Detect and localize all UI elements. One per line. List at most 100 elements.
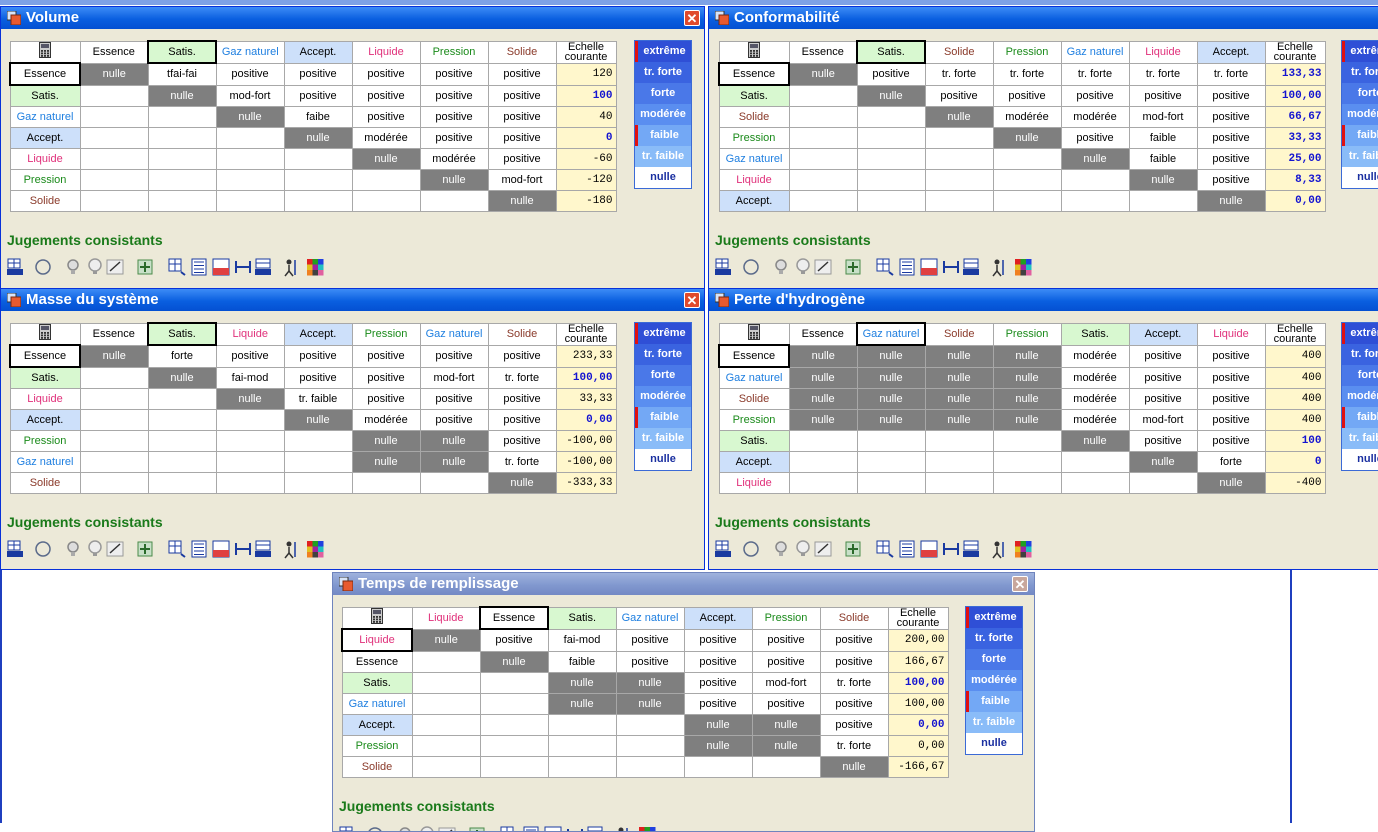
row-header[interactable]: Satis.: [719, 431, 789, 452]
judgment-cell[interactable]: [789, 128, 857, 149]
row-header[interactable]: Essence: [719, 345, 789, 367]
judgment-cell[interactable]: positive: [1197, 410, 1265, 431]
judgment-cell[interactable]: [925, 149, 993, 170]
judgment-cell[interactable]: [216, 191, 284, 212]
legend-item[interactable]: nulle: [1342, 449, 1378, 470]
judgment-cell[interactable]: [148, 149, 216, 170]
mag-beta-icon[interactable]: [211, 257, 231, 277]
matrix-export-icon[interactable]: [499, 825, 519, 832]
judgment-cell[interactable]: positive: [1061, 128, 1129, 149]
judgment-cell[interactable]: nulle: [789, 345, 857, 367]
judgment-cell[interactable]: positive: [284, 345, 352, 367]
percent-ok-icon[interactable]: [813, 539, 833, 559]
judgment-cell[interactable]: [993, 191, 1061, 212]
judgment-cell[interactable]: nulle: [789, 410, 857, 431]
judgment-cell[interactable]: [148, 170, 216, 191]
calculator-icon[interactable]: [10, 323, 80, 345]
judgment-cell[interactable]: [616, 715, 684, 736]
judgment-cell[interactable]: [1061, 191, 1129, 212]
list-icon[interactable]: [897, 539, 917, 559]
judgment-cell[interactable]: positive: [352, 389, 420, 410]
judgment-cell[interactable]: nulle: [1197, 191, 1265, 212]
judgment-cell[interactable]: nulle: [80, 345, 148, 367]
judgment-cell[interactable]: [548, 757, 616, 778]
judgment-cell[interactable]: [284, 431, 352, 452]
legend-item[interactable]: tr. faible: [635, 146, 691, 167]
judgment-cell[interactable]: nulle: [1129, 452, 1197, 473]
column-header[interactable]: Gaz naturel: [857, 323, 925, 345]
judgment-cell[interactable]: [284, 149, 352, 170]
legend-item[interactable]: modérée: [966, 670, 1022, 691]
title-bar[interactable]: Volume✕: [1, 7, 704, 29]
range-icon[interactable]: [233, 257, 253, 277]
judgment-cell[interactable]: positive: [684, 651, 752, 673]
judgment-cell[interactable]: [616, 757, 684, 778]
judgment-cell[interactable]: [352, 191, 420, 212]
judgment-cell[interactable]: positive: [420, 410, 488, 431]
judgment-cell[interactable]: [216, 452, 284, 473]
judgment-cell[interactable]: nulle: [789, 389, 857, 410]
judgment-cell[interactable]: nulle: [1061, 431, 1129, 452]
judgment-cell[interactable]: [216, 170, 284, 191]
close-button[interactable]: ✕: [684, 10, 700, 26]
judgment-cell[interactable]: [789, 170, 857, 191]
person-icon[interactable]: [989, 257, 1009, 277]
judgment-cell[interactable]: [420, 473, 488, 494]
column-header[interactable]: Solide: [925, 41, 993, 63]
matrix-export-icon[interactable]: [875, 539, 895, 559]
legend-item[interactable]: tr. forte: [1342, 62, 1378, 83]
column-header[interactable]: Satis.: [1061, 323, 1129, 345]
column-header[interactable]: Essence: [789, 323, 857, 345]
judgment-cell[interactable]: [789, 473, 857, 494]
judgment-cell[interactable]: modérée: [352, 128, 420, 149]
legend-item[interactable]: extrême: [1342, 323, 1378, 344]
judgment-cell[interactable]: [857, 170, 925, 191]
judgment-cell[interactable]: [752, 757, 820, 778]
judgment-cell[interactable]: mod-fort: [420, 367, 488, 389]
judgment-cell[interactable]: [80, 389, 148, 410]
judgment-cell[interactable]: forte: [1197, 452, 1265, 473]
judgment-cell[interactable]: positive: [1197, 107, 1265, 128]
judgment-cell[interactable]: [925, 170, 993, 191]
judgment-cell[interactable]: modérée: [1061, 410, 1129, 431]
judgment-cell[interactable]: positive: [1129, 389, 1197, 410]
title-bar[interactable]: Temps de remplissage✕: [333, 573, 1034, 595]
judgment-cell[interactable]: positive: [752, 629, 820, 651]
row-header[interactable]: Essence: [719, 63, 789, 85]
judgment-cell[interactable]: positive: [1061, 85, 1129, 107]
judgment-cell[interactable]: [284, 473, 352, 494]
legend-item[interactable]: extrême: [635, 323, 691, 344]
judgment-cell[interactable]: nulle: [993, 367, 1061, 389]
add-criteria-icon[interactable]: [135, 539, 155, 559]
judgment-cell[interactable]: nulle: [857, 389, 925, 410]
judgment-cell[interactable]: positive: [420, 107, 488, 128]
row-header[interactable]: Satis.: [10, 85, 80, 107]
judgment-cell[interactable]: forte: [148, 345, 216, 367]
legend-item[interactable]: tr. forte: [635, 62, 691, 83]
mag-beta-icon[interactable]: [211, 539, 231, 559]
judgment-cell[interactable]: [857, 473, 925, 494]
legend-item[interactable]: faible: [1342, 407, 1378, 428]
refresh-icon[interactable]: [365, 825, 385, 832]
person-icon[interactable]: [989, 539, 1009, 559]
judgment-cell[interactable]: [857, 452, 925, 473]
hint-icon[interactable]: [417, 825, 437, 832]
judgment-cell[interactable]: [216, 410, 284, 431]
mag-beta-icon[interactable]: [543, 825, 563, 832]
judgment-cell[interactable]: modérée: [993, 107, 1061, 128]
judgment-cell[interactable]: positive: [820, 629, 888, 651]
bulb-icon[interactable]: [771, 539, 791, 559]
column-header[interactable]: Accept.: [284, 323, 352, 345]
legend-item[interactable]: nulle: [966, 733, 1022, 754]
person-icon[interactable]: [281, 257, 301, 277]
judgment-cell[interactable]: [789, 107, 857, 128]
judgment-cell[interactable]: [1129, 473, 1197, 494]
judgment-cell[interactable]: [148, 389, 216, 410]
column-header[interactable]: Gaz naturel: [216, 41, 284, 63]
legend-item[interactable]: nulle: [635, 167, 691, 188]
judgment-cell[interactable]: [412, 757, 480, 778]
range-icon[interactable]: [941, 257, 961, 277]
judgment-cell[interactable]: positive: [480, 629, 548, 651]
judgment-cell[interactable]: [216, 431, 284, 452]
judgment-cell[interactable]: fai-mod: [548, 629, 616, 651]
